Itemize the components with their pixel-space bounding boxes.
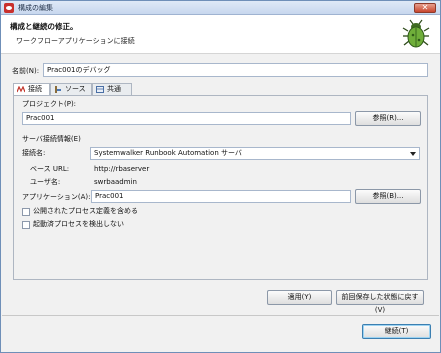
- continue-button[interactable]: 継続(T): [362, 324, 431, 339]
- banner-title: 構成と継続の修正。: [10, 22, 78, 31]
- edit-configuration-dialog: 構成の編集 ✕ 構成と継続の修正。 ワークフローアプリケーションに接続 名前(N…: [0, 0, 441, 353]
- bug-icon: [402, 19, 430, 48]
- detect-running-label: 起動済プロセスを検出しない: [33, 220, 124, 228]
- project-label: プロジェクト(P):: [22, 100, 77, 108]
- header-banner: 構成と継続の修正。 ワークフローアプリケーションに接続: [1, 15, 440, 54]
- include-published-label: 公開されたプロセス定義を含める: [33, 207, 138, 215]
- tab-common[interactable]: 共通(C): [92, 83, 132, 104]
- user-value: swrbaadmin: [94, 178, 137, 186]
- application-field[interactable]: Prac001: [91, 190, 351, 203]
- include-published-checkbox[interactable]: [22, 208, 30, 216]
- detect-running-checkbox[interactable]: [22, 221, 30, 229]
- base-url-value: http://rbaserver: [94, 165, 150, 173]
- close-icon[interactable]: ✕: [414, 3, 436, 13]
- base-url-label: ベース URL:: [30, 165, 70, 173]
- tab-source-label: ソース: [65, 85, 86, 93]
- connection-name-select[interactable]: Systemwalker Runbook Automation サーバ: [90, 147, 420, 160]
- apply-button[interactable]: 適用(Y): [267, 290, 332, 305]
- chevron-down-icon: [410, 152, 416, 156]
- tab-connection-label: 接続: [28, 85, 42, 93]
- connection-panel: プロジェクト(P): Prac001 参照(R)... サーバ接続情報(E) 接…: [13, 95, 428, 314]
- window-title: 構成の編集: [18, 4, 53, 12]
- divider: [2, 315, 439, 316]
- project-browse-button[interactable]: 参照(R)...: [355, 111, 421, 126]
- app-icon: [4, 3, 14, 13]
- connection-name-label: 接続名:: [22, 149, 46, 157]
- project-field[interactable]: Prac001: [22, 112, 351, 125]
- revert-button[interactable]: 前回保存した状態に戻す(V): [336, 290, 424, 314]
- name-field[interactable]: Prac001のデバッグ: [43, 63, 428, 77]
- connection-icon: [17, 86, 25, 93]
- application-label: アプリケーション(A):: [22, 193, 91, 201]
- connection-name-value: Systemwalker Runbook Automation サーバ: [94, 149, 242, 157]
- source-icon: [55, 86, 61, 93]
- application-browse-button[interactable]: 参照(B)...: [355, 189, 421, 204]
- titlebar[interactable]: 構成の編集 ✕: [1, 1, 440, 15]
- tab-source[interactable]: ソース: [50, 83, 92, 95]
- user-label: ユーザ名:: [30, 178, 61, 186]
- common-icon: [96, 86, 104, 93]
- server-section-label: サーバ接続情報(E): [22, 135, 81, 143]
- banner-subtitle: ワークフローアプリケーションに接続: [16, 37, 135, 45]
- name-label: 名前(N):: [12, 67, 40, 75]
